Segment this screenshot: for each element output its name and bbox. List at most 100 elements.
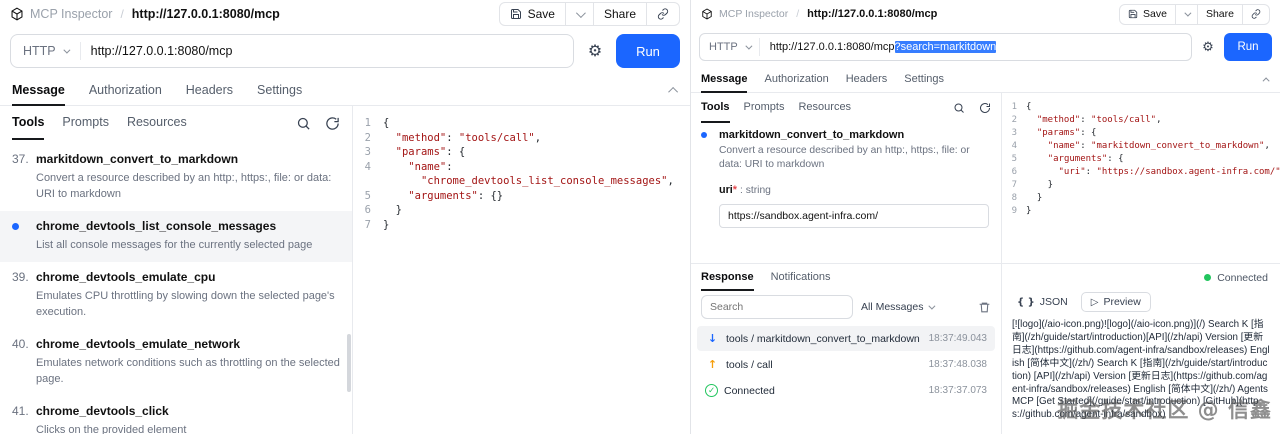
share-button[interactable]: Share bbox=[593, 3, 646, 25]
subtab-tools[interactable]: Tools bbox=[701, 93, 730, 123]
run-button[interactable]: Run bbox=[616, 34, 680, 68]
uri-input[interactable] bbox=[719, 204, 989, 228]
selected-dot-icon bbox=[12, 223, 36, 230]
line-number: 2 bbox=[353, 131, 383, 146]
url-input[interactable]: http://127.0.0.1:8080/mcp bbox=[81, 44, 573, 58]
tab-headers[interactable]: Headers bbox=[186, 76, 233, 106]
line-number: 5 bbox=[1002, 153, 1026, 166]
tool-list-item[interactable]: 37.markitdown_convert_to_markdownConvert… bbox=[0, 144, 352, 211]
response-viewer: Connected { } JSON ▷ Preview [![logo](/a… bbox=[1002, 264, 1280, 434]
selected-dot-icon bbox=[701, 132, 719, 138]
message-row[interactable]: ↑tools / call18:37:48.038 bbox=[697, 352, 995, 377]
message-label: Connected bbox=[724, 385, 923, 397]
code-text: "method": "tools/call", bbox=[383, 131, 541, 146]
tab-authorization[interactable]: Authorization bbox=[764, 67, 828, 93]
response-section: Response Notifications All Messages ↓tool… bbox=[691, 263, 1280, 434]
message-row[interactable]: ✓Connected18:37:37.073 bbox=[697, 378, 995, 403]
tab-settings[interactable]: Settings bbox=[257, 76, 302, 106]
line-number: 6 bbox=[353, 203, 383, 218]
message-row[interactable]: ↓tools / markitdown_convert_to_markdown1… bbox=[697, 326, 995, 351]
chevron-down-icon bbox=[745, 42, 752, 49]
tool-list-item[interactable]: 40.chrome_devtools_emulate_networkEmulat… bbox=[0, 329, 352, 396]
save-icon bbox=[1128, 9, 1138, 19]
json-code-editor[interactable]: 1{2 "method": "tools/call",3 "params": {… bbox=[1002, 93, 1280, 263]
method-label: HTTP bbox=[709, 41, 738, 53]
tool-description: Emulates network conditions such as thro… bbox=[36, 355, 340, 387]
tool-list-item[interactable]: 39.chrome_devtools_emulate_cpuEmulates C… bbox=[0, 262, 352, 329]
save-menu-button[interactable] bbox=[1175, 5, 1197, 24]
tab-authorization[interactable]: Authorization bbox=[89, 76, 162, 106]
response-tabs: Response Notifications bbox=[691, 264, 1001, 290]
tool-number: 39. bbox=[12, 270, 36, 284]
run-button[interactable]: Run bbox=[1224, 33, 1272, 61]
trash-icon bbox=[978, 301, 991, 314]
save-button[interactable]: Save bbox=[1120, 5, 1175, 24]
tool-name: markitdown_convert_to_markdown bbox=[36, 152, 238, 166]
tab-headers[interactable]: Headers bbox=[846, 67, 888, 93]
subtab-resources[interactable]: Resources bbox=[798, 93, 851, 123]
breadcrumb-separator: / bbox=[120, 7, 123, 21]
subtab-tools[interactable]: Tools bbox=[12, 106, 44, 140]
settings-gear-button[interactable]: ⚙ bbox=[582, 43, 608, 59]
clear-messages-button[interactable] bbox=[978, 301, 991, 314]
connection-status-label: Connected bbox=[1217, 272, 1268, 284]
request-builder-section: Tools Prompts Resources markitdown_convert… bbox=[691, 93, 1280, 263]
tool-description: Convert a resource described by an http:… bbox=[719, 144, 991, 171]
tab-message[interactable]: Message bbox=[701, 67, 747, 93]
subtab-resources[interactable]: Resources bbox=[127, 106, 187, 140]
code-line: 9} bbox=[1002, 205, 1280, 218]
tool-list-item[interactable]: chrome_devtools_list_console_messagesLis… bbox=[0, 211, 352, 262]
line-number: 6 bbox=[1002, 166, 1026, 179]
copy-link-button[interactable] bbox=[1242, 5, 1269, 24]
line-number: 4 bbox=[353, 160, 383, 175]
settings-gear-button[interactable]: ⚙ bbox=[1198, 41, 1218, 54]
scrollbar-thumb[interactable] bbox=[347, 334, 351, 392]
preview-view-button[interactable]: ▷ Preview bbox=[1081, 292, 1151, 312]
save-button[interactable]: Save bbox=[500, 3, 565, 25]
share-button[interactable]: Share bbox=[1197, 5, 1242, 24]
message-search-input[interactable] bbox=[701, 295, 853, 319]
tab-response[interactable]: Response bbox=[701, 264, 754, 291]
braces-icon: { } bbox=[1017, 297, 1035, 308]
tool-description: Emulates CPU throttling by slowing down … bbox=[36, 288, 340, 320]
tool-number: 40. bbox=[12, 337, 36, 351]
save-label: Save bbox=[1143, 8, 1167, 20]
tab-message[interactable]: Message bbox=[12, 76, 65, 106]
collapse-panel-button[interactable] bbox=[671, 76, 678, 105]
messages-toolbar: All Messages bbox=[691, 290, 1001, 322]
chevron-down-icon bbox=[63, 46, 70, 53]
filter-label: All Messages bbox=[861, 301, 923, 313]
tab-notifications[interactable]: Notifications bbox=[771, 264, 831, 291]
search-tools-button[interactable] bbox=[296, 116, 311, 131]
code-text: "method": "tools/call", bbox=[1026, 114, 1162, 127]
json-code-editor[interactable]: 1{2 "method": "tools/call",3 "params": {… bbox=[353, 106, 690, 434]
tool-list-item[interactable]: 41.chrome_devtools_clickClicks on the pr… bbox=[0, 396, 352, 434]
subtab-prompts[interactable]: Prompts bbox=[62, 106, 109, 140]
line-number: 1 bbox=[353, 116, 383, 131]
code-text: "name": "markitdown_convert_to_markdown"… bbox=[1026, 140, 1270, 153]
url-input[interactable]: http://127.0.0.1:8080/mcp?search=markitd… bbox=[760, 41, 1191, 53]
subtab-prompts[interactable]: Prompts bbox=[744, 93, 785, 123]
message-filter-dropdown[interactable]: All Messages bbox=[861, 301, 933, 313]
selected-tool[interactable]: markitdown_convert_to_markdown Convert a… bbox=[691, 123, 1001, 171]
save-menu-button[interactable] bbox=[565, 3, 593, 25]
tab-settings[interactable]: Settings bbox=[904, 67, 944, 93]
line-number: 4 bbox=[1002, 140, 1026, 153]
collapse-panel-button[interactable] bbox=[1265, 67, 1270, 92]
copy-link-button[interactable] bbox=[646, 3, 679, 25]
refresh-tools-button[interactable] bbox=[325, 116, 340, 131]
server-url-title: http://127.0.0.1:8080/mcp bbox=[807, 8, 937, 20]
search-tools-button[interactable] bbox=[953, 102, 965, 114]
json-view-button[interactable]: { } JSON bbox=[1012, 293, 1073, 311]
request-arrow-icon: ↑ bbox=[705, 357, 720, 372]
required-asterisk: * bbox=[733, 184, 737, 196]
save-icon bbox=[510, 8, 522, 20]
messages-list: ↓tools / markitdown_convert_to_markdown1… bbox=[691, 325, 1001, 404]
refresh-tools-button[interactable] bbox=[979, 102, 991, 114]
code-line: 2 "method": "tools/call", bbox=[1002, 114, 1280, 127]
method-select[interactable]: HTTP bbox=[700, 34, 759, 60]
method-select[interactable]: HTTP bbox=[11, 35, 80, 67]
main-tabs: Message Authorization Headers Settings bbox=[691, 67, 1280, 93]
line-number: 3 bbox=[1002, 127, 1026, 140]
app-logo-icon bbox=[701, 8, 713, 20]
